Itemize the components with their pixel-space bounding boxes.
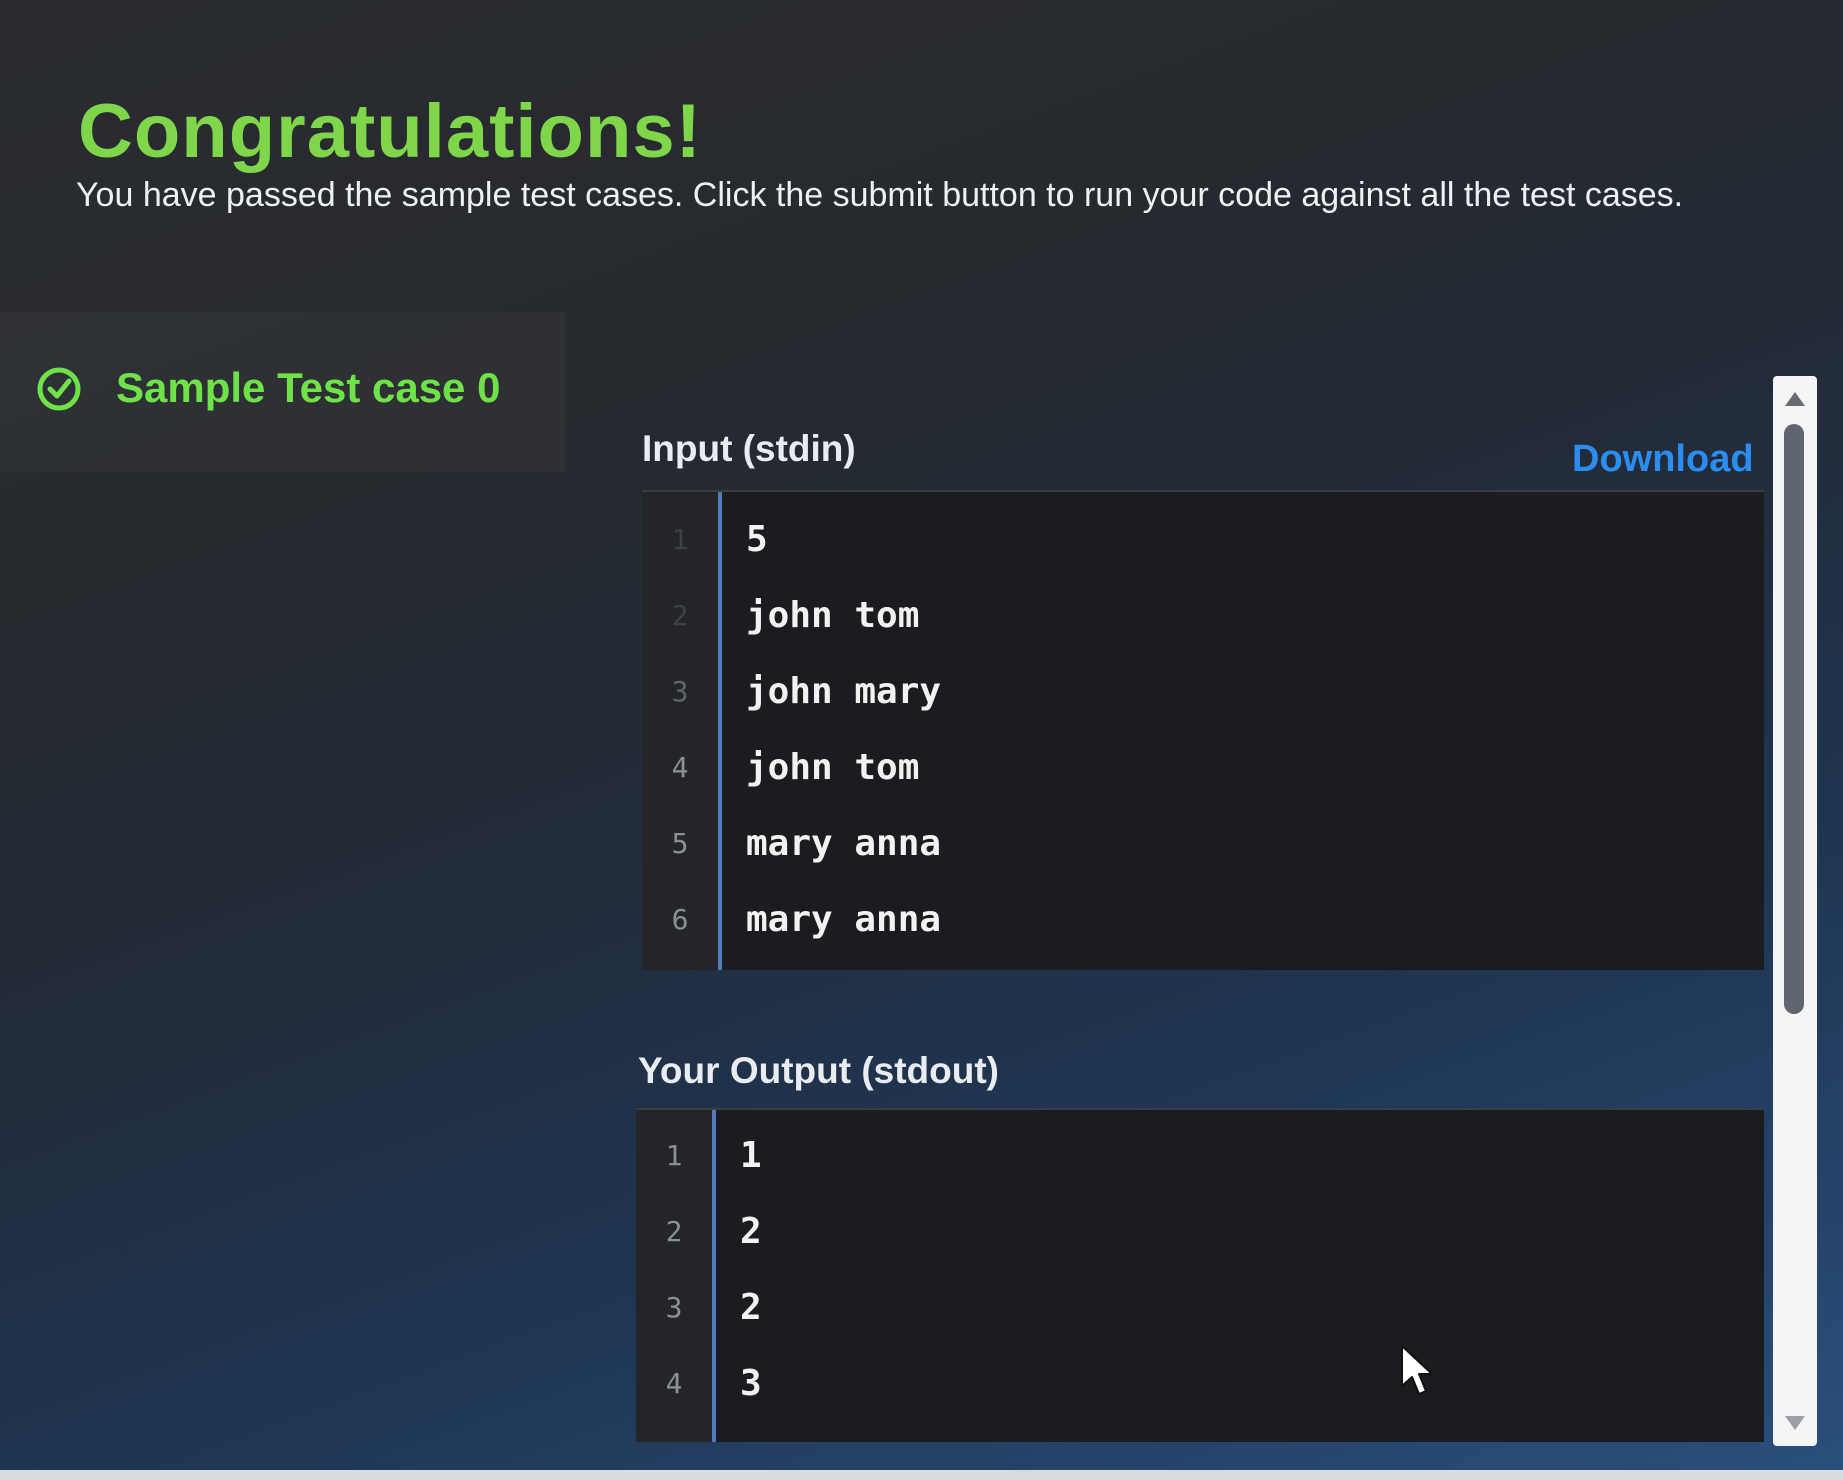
input-line: 5 mary anna [642,806,1764,882]
input-line: 4 john tom [642,730,1764,806]
line-number: 4 [665,1367,683,1400]
output-section-title: Your Output (stdout) [638,1050,999,1091]
output-line-text: 3 [740,1363,762,1404]
input-line-text: 5 [746,519,768,560]
input-line-text: mary anna [746,899,942,940]
check-circle-icon [37,367,81,411]
output-line-text: 2 [740,1287,762,1328]
line-number: 1 [671,523,689,556]
line-number: 4 [671,751,689,784]
line-number: 1 [665,1139,683,1172]
input-line: 2 john tom [642,578,1764,654]
scroll-up-arrow-icon[interactable] [1785,392,1805,406]
mouse-pointer-icon [1401,1345,1433,1395]
tab-sample-test-case-0[interactable]: Sample Test case 0 [0,312,566,472]
input-line-text: mary anna [746,823,942,864]
line-number: 2 [665,1215,683,1248]
line-number: 3 [665,1291,683,1324]
line-number: 2 [671,599,689,632]
input-line-text: john tom [746,595,920,636]
output-line-text: 2 [740,1211,762,1252]
output-line: 3 2 [636,1270,1764,1346]
input-line: 3 john mary [642,654,1764,730]
line-number: 5 [671,827,689,860]
page-bottom-strip [0,1470,1843,1480]
line-number: 6 [671,903,689,936]
output-line-text: 1 [740,1135,762,1176]
input-line-text: john tom [746,747,920,788]
scrollbar-thumb[interactable] [1784,424,1804,1014]
congratulations-message: You have passed the sample test cases. C… [76,176,1684,214]
output-line: 4 3 [636,1346,1764,1422]
scroll-down-arrow-icon[interactable] [1785,1416,1805,1430]
output-line: 1 1 [636,1118,1764,1194]
output-code-block: 1 1 2 2 3 2 4 3 [636,1108,1764,1442]
input-line: 6 mary anna [642,882,1764,958]
vertical-scrollbar[interactable] [1773,376,1817,1446]
input-section-title: Input (stdin) [642,428,856,469]
download-link[interactable]: Download [1572,438,1754,481]
congratulations-title: Congratulations! [78,89,702,174]
input-code-block: 1 5 2 john tom 3 john mary 4 john tom 5 … [642,490,1764,970]
line-number: 3 [671,675,689,708]
test-case-label: Sample Test case 0 [116,364,501,411]
input-line: 1 5 [642,502,1764,578]
output-line: 2 2 [636,1194,1764,1270]
input-line-text: john mary [746,671,942,712]
